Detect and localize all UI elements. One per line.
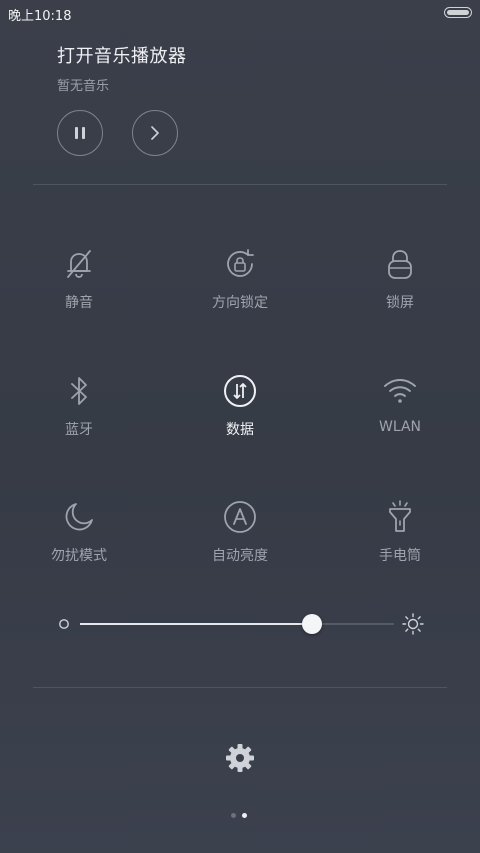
brightness-track[interactable]	[80, 614, 394, 634]
tile-flashlight-label: 手电筒	[379, 548, 421, 564]
tile-rotation-lock-label: 方向锁定	[212, 295, 268, 311]
bell-off-icon	[67, 250, 91, 278]
brightness-fill	[80, 623, 313, 625]
tile-bluetooth[interactable]: 蓝牙	[19, 373, 139, 439]
music-title[interactable]: 打开音乐播放器	[57, 42, 187, 68]
tile-lock-screen[interactable]: 锁屏	[340, 246, 460, 312]
mobile-data-icon	[224, 375, 256, 407]
battery-icon	[444, 7, 472, 18]
tile-mobile-data-label: 数据	[226, 422, 254, 438]
next-button[interactable]	[132, 110, 178, 156]
tile-do-not-disturb-label: 勿扰模式	[51, 548, 107, 564]
music-widget[interactable]: 打开音乐播放器 暂无音乐	[57, 42, 187, 94]
auto-brightness-icon	[224, 501, 256, 533]
brightness-thumb[interactable]	[302, 614, 323, 634]
page-dot-1[interactable]	[231, 813, 236, 818]
lock-icon	[388, 250, 412, 279]
moon-icon	[65, 503, 93, 531]
tile-rotation-lock[interactable]: 方向锁定	[180, 246, 300, 312]
status-time: 晚上10:18	[8, 9, 72, 24]
brightness-low-icon	[59, 619, 69, 629]
divider-top	[33, 184, 447, 185]
wifi-icon	[384, 379, 416, 403]
status-bar: 晚上10:18	[0, 0, 480, 26]
settings-gear-icon[interactable]	[223, 741, 257, 775]
tile-flashlight[interactable]: 手电筒	[340, 499, 460, 565]
bluetooth-icon	[71, 377, 87, 405]
brightness-high-icon	[402, 613, 424, 635]
flashlight-icon	[389, 500, 411, 532]
page-indicator	[229, 812, 253, 820]
divider-bottom	[33, 687, 447, 688]
chevron-right-icon	[151, 126, 159, 140]
music-subtitle: 暂无音乐	[57, 79, 110, 94]
tile-silent[interactable]: 静音	[19, 246, 139, 312]
pause-button[interactable]	[57, 110, 103, 156]
tile-lock-screen-label: 锁屏	[386, 295, 414, 311]
rotation-lock-icon	[227, 249, 254, 277]
pause-icon	[75, 127, 85, 139]
tile-wlan[interactable]: WLAN	[340, 373, 460, 435]
tile-mobile-data[interactable]: 数据	[180, 373, 300, 439]
tile-do-not-disturb[interactable]: 勿扰模式	[19, 499, 139, 565]
tile-auto-brightness-label: 自动亮度	[212, 548, 268, 564]
tile-auto-brightness[interactable]: 自动亮度	[180, 499, 300, 565]
tile-silent-label: 静音	[65, 295, 93, 311]
brightness-slider[interactable]	[58, 612, 424, 638]
page-dot-2-active[interactable]	[242, 813, 247, 818]
tile-wlan-label: WLAN	[378, 419, 421, 435]
tile-bluetooth-label: 蓝牙	[65, 422, 93, 438]
